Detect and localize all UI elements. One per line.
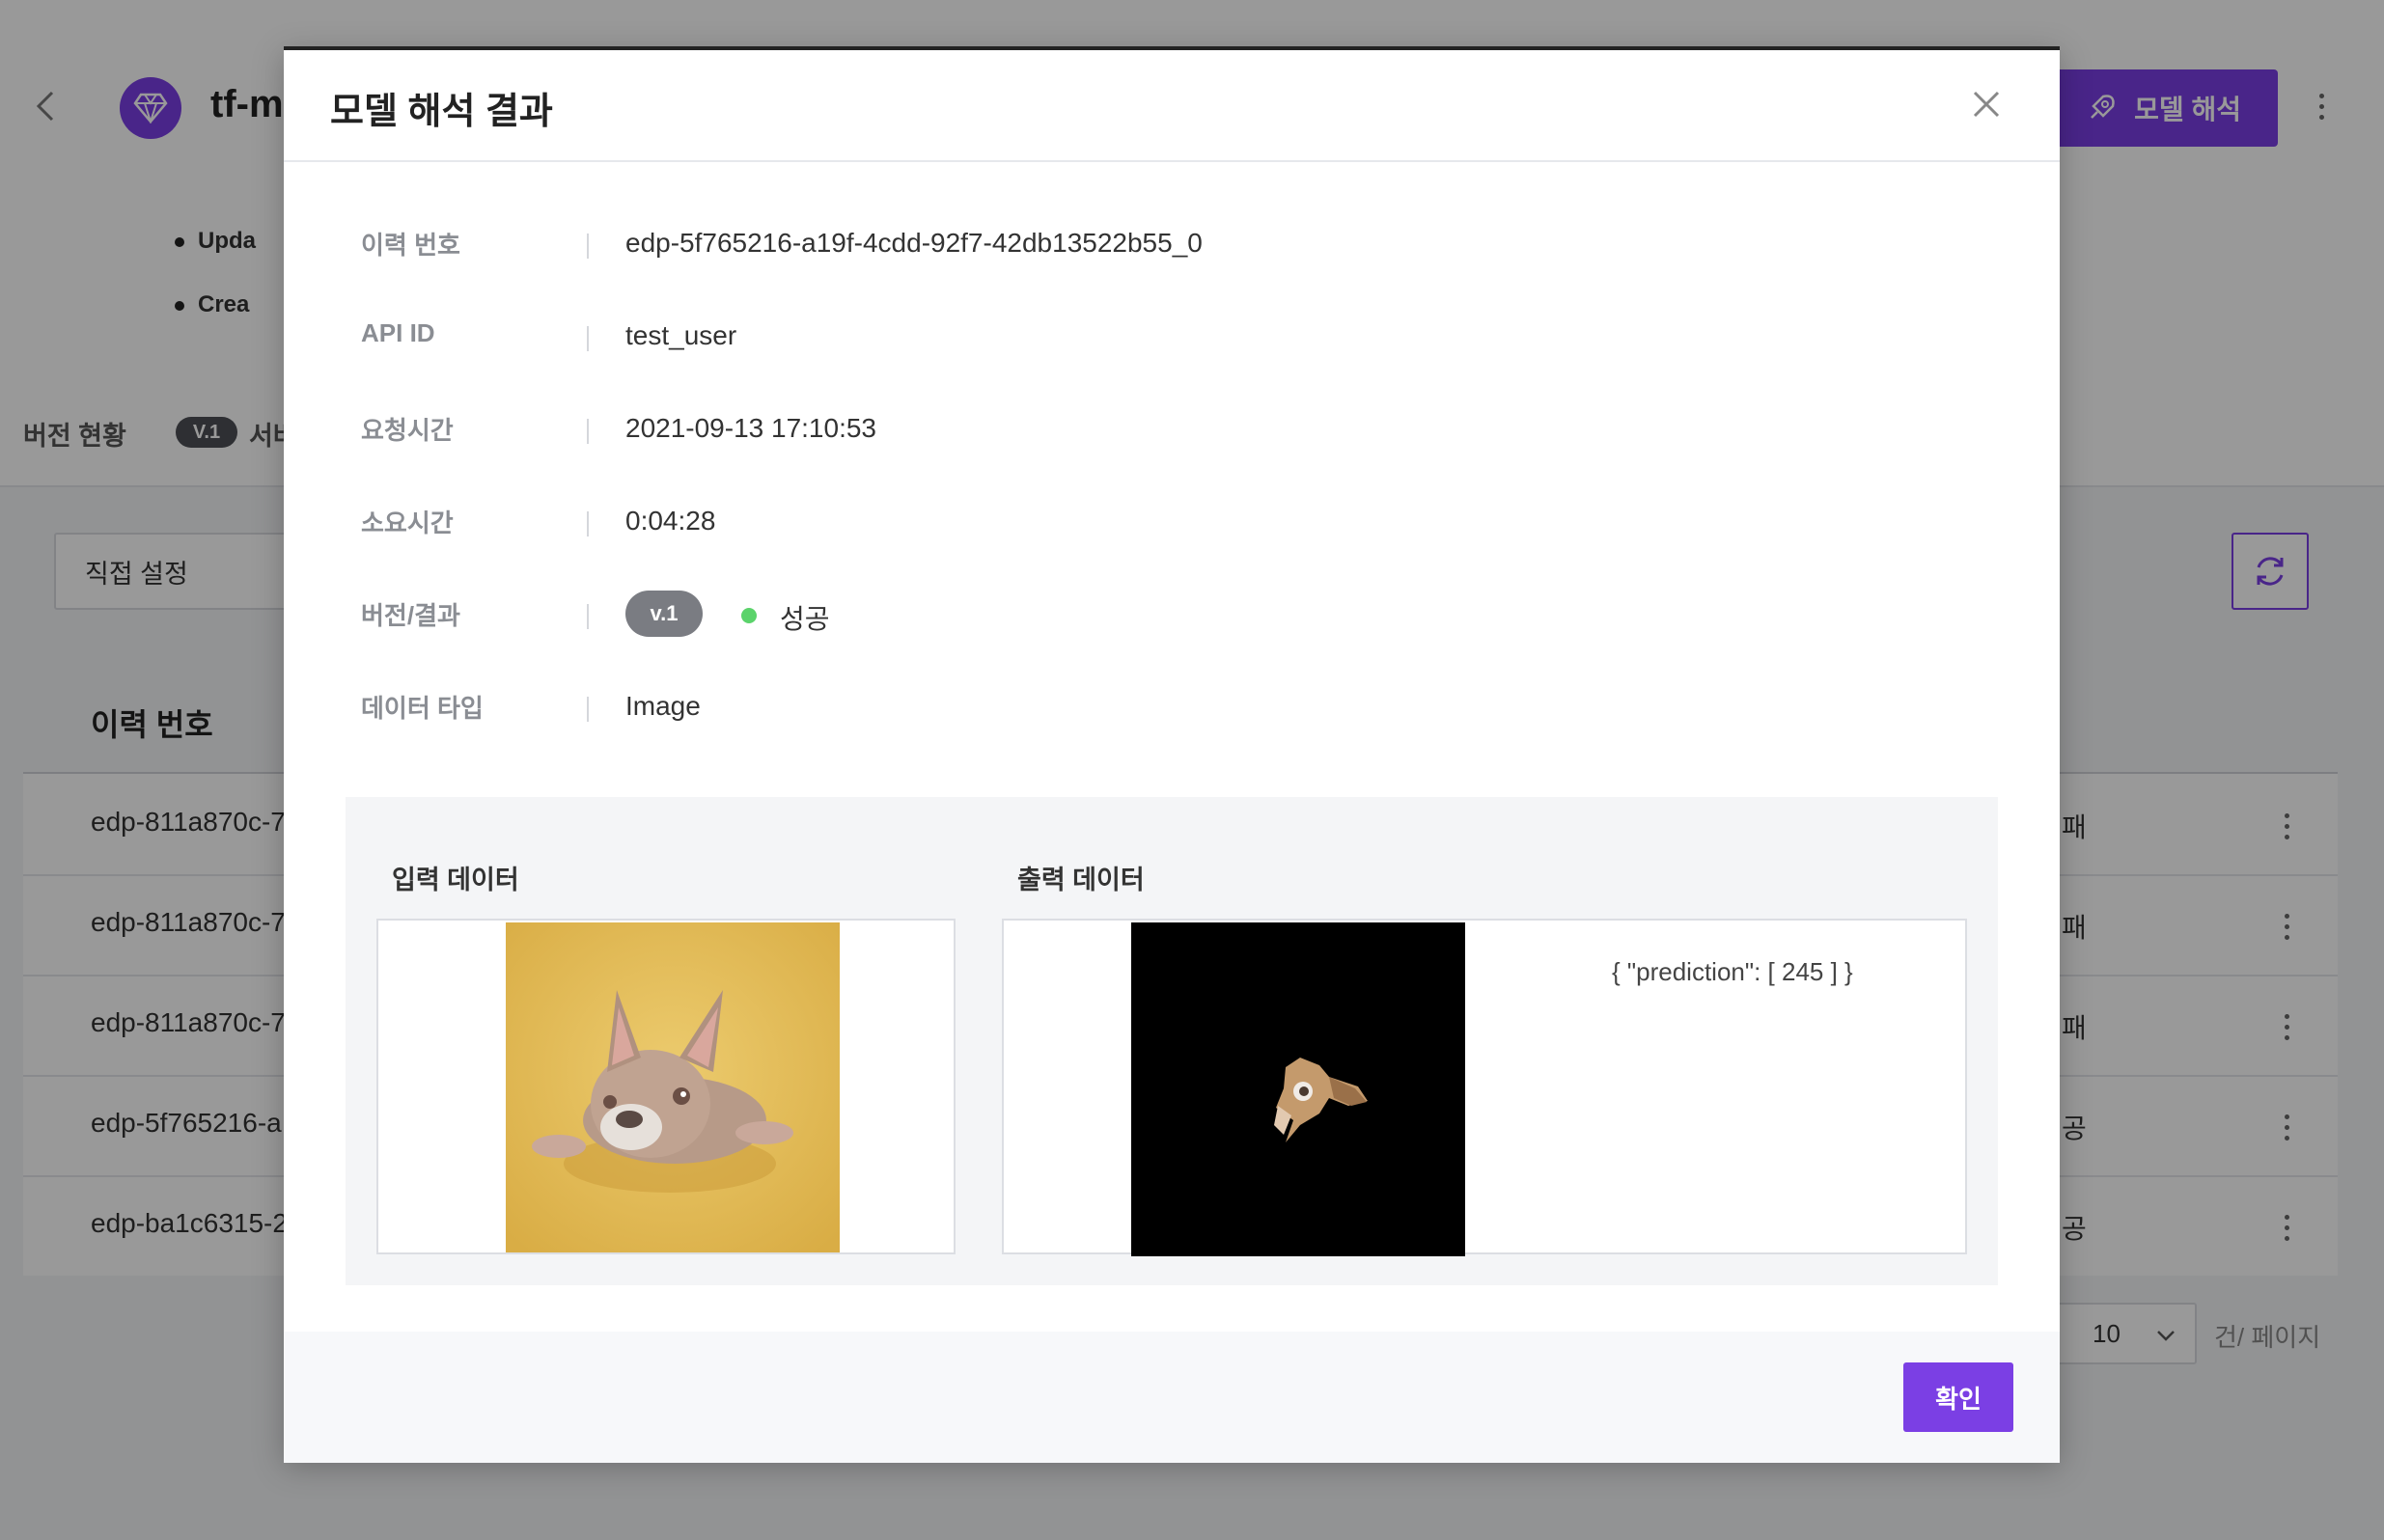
elapsed-time-value: 0:04:28 (625, 506, 716, 536)
output-data-box: { "prediction": [ 245 ] } (1002, 919, 1967, 1256)
input-data-box (376, 919, 956, 1254)
status-text: 성공 (780, 604, 830, 634)
info-label: API ID (361, 318, 435, 347)
request-time-value: 2021-09-13 17:10:53 (625, 413, 876, 443)
close-icon (1973, 91, 2000, 118)
data-type-value: Image (625, 691, 701, 721)
version-badge: v.1 (625, 591, 703, 637)
divider (587, 419, 589, 444)
dog-photo-image (506, 922, 840, 1252)
history-id-value: edp-5f765216-a19f-4cdd-92f7-42db13522b55… (625, 228, 1203, 258)
info-label: 이력 번호 (361, 231, 460, 260)
modal-header: 모델 해석 결과 (284, 50, 2060, 162)
divider (587, 326, 589, 351)
modal-title: 모델 해석 결과 (330, 92, 553, 132)
divider (587, 604, 589, 629)
input-data-title: 입력 데이터 (392, 866, 519, 894)
divider (587, 511, 589, 536)
info-row-api-id: API ID test_user (361, 307, 1982, 365)
info-label: 요청시간 (361, 416, 454, 445)
confirm-button[interactable]: 확인 (1903, 1362, 2013, 1432)
data-panel: 입력 데이터 출력 데이터 {"prediction": [245]} (346, 797, 1998, 1285)
api-id-value: test_user (625, 320, 737, 350)
divider (587, 697, 589, 722)
info-row-request-time: 요청시간 2021-09-13 17:10:53 (361, 399, 1982, 457)
info-label: 버전/결과 (361, 601, 460, 630)
close-button[interactable] (1967, 85, 2006, 124)
info-row-history-id: 이력 번호 edp-5f765216-a19f-4cdd-92f7-42db13… (361, 214, 1982, 272)
result-modal: 모델 해석 결과 이력 번호 edp-5f765216-a19f-4cdd-92… (284, 46, 2060, 1463)
info-row-data-type: 데이터 타입 Image (361, 677, 1982, 735)
info-label: 데이터 타입 (361, 694, 484, 723)
success-status-icon (741, 608, 757, 623)
output-data-title: 출력 데이터 (1017, 866, 1145, 894)
info-row-version-result: 버전/결과 v.1 성공 (361, 585, 1982, 643)
prediction-output: { "prediction": [ 245 ] } (1612, 957, 1853, 986)
modal-footer: 확인 (284, 1332, 2060, 1463)
divider (587, 234, 589, 259)
attribution-map-image (1131, 922, 1465, 1256)
info-label: 소요시간 (361, 509, 454, 537)
info-row-elapsed-time: 소요시간 0:04:28 (361, 492, 1982, 550)
